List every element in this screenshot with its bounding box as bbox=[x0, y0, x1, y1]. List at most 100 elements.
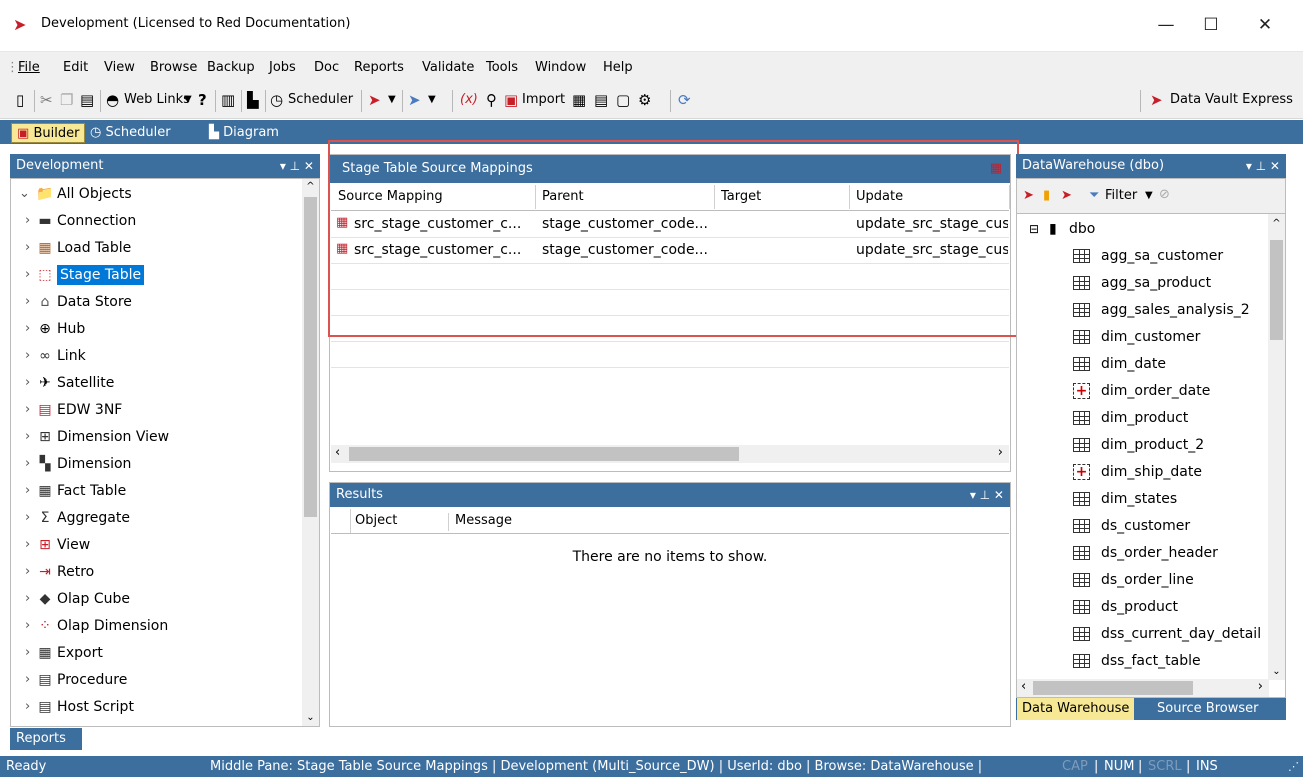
menu-backup[interactable]: Backup bbox=[207, 60, 255, 75]
chevron-right-icon[interactable]: › bbox=[25, 397, 30, 423]
filter-dropdown-icon[interactable]: ▼ bbox=[1145, 190, 1153, 201]
menu-jobs[interactable]: Jobs bbox=[269, 60, 296, 75]
chevron-right-icon[interactable]: › bbox=[25, 262, 30, 288]
connect-icon[interactable]: ➤ bbox=[368, 91, 381, 109]
scroll-thumb[interactable] bbox=[1270, 240, 1283, 340]
tab-scheduler[interactable]: ◷ Scheduler bbox=[85, 123, 176, 143]
clipboard-icon[interactable]: ▥ bbox=[221, 91, 235, 109]
chevron-right-icon[interactable]: › bbox=[25, 667, 30, 693]
data-vault-express-button[interactable]: Data Vault Express bbox=[1170, 92, 1293, 107]
chevron-right-icon[interactable]: › bbox=[25, 532, 30, 558]
tab-data-warehouse[interactable]: Data Warehouse bbox=[1017, 698, 1135, 720]
object-tree: ⌄ 📁 All Objects › ▬ Connection › ▦ Load Table… bbox=[10, 178, 320, 727]
col-message[interactable]: Message bbox=[455, 513, 512, 528]
chevron-down-icon[interactable]: ⌄ bbox=[19, 181, 30, 207]
paste-icon[interactable]: ▤ bbox=[80, 91, 94, 109]
menu-view[interactable]: View bbox=[104, 60, 135, 75]
scroll-left-arrow[interactable]: ‹ bbox=[335, 445, 340, 460]
import-button[interactable]: Import bbox=[522, 92, 565, 107]
chevron-right-icon[interactable]: › bbox=[25, 289, 30, 315]
disconnect-dropdown-icon[interactable]: ▼ bbox=[428, 94, 436, 105]
tab-builder[interactable]: ▣ Builder bbox=[11, 123, 86, 143]
menu-validate[interactable]: Validate bbox=[422, 60, 474, 75]
search-icon[interactable]: ⚲ bbox=[486, 91, 497, 109]
left-scrollbar[interactable]: ^ ⌄ bbox=[302, 179, 319, 726]
chevron-right-icon[interactable]: › bbox=[25, 316, 30, 342]
menu-doc[interactable]: Doc bbox=[314, 60, 339, 75]
gear-icon[interactable]: ⚙ bbox=[638, 91, 651, 109]
maximize-button[interactable]: ☐ bbox=[1198, 12, 1224, 38]
disconnect-icon[interactable]: ➤ bbox=[1061, 188, 1072, 203]
table-icon[interactable]: ▦ bbox=[572, 91, 586, 109]
copy-icon[interactable]: ❐ bbox=[60, 91, 73, 109]
collapse-icon[interactable]: ⊟ bbox=[1029, 216, 1039, 243]
dw-item-label: agg_sales_analysis_2 bbox=[1101, 302, 1250, 318]
scroll-left-arrow[interactable]: ‹ bbox=[1021, 679, 1026, 694]
tab-reports[interactable]: Reports bbox=[10, 728, 82, 750]
chevron-right-icon[interactable]: › bbox=[25, 424, 30, 450]
chevron-right-icon[interactable]: › bbox=[25, 613, 30, 639]
chevron-right-icon[interactable]: › bbox=[25, 451, 30, 477]
col-object[interactable]: Object bbox=[353, 513, 449, 531]
scroll-down-arrow[interactable]: ⌄ bbox=[302, 710, 319, 726]
form-icon[interactable]: ▤ bbox=[594, 91, 608, 109]
help-icon[interactable]: ? bbox=[198, 91, 207, 109]
dw-item-label: ds_product bbox=[1101, 599, 1179, 615]
tree-item-label: Stage Table bbox=[57, 265, 145, 285]
pane-controls[interactable]: ▾ ⊥ ✕ bbox=[970, 483, 1004, 507]
menu-file[interactable]: File bbox=[18, 60, 40, 75]
menu-help[interactable]: Help bbox=[603, 60, 633, 75]
h-scroll-thumb[interactable] bbox=[1033, 681, 1193, 695]
resize-grip-icon[interactable]: ⋰ bbox=[1288, 756, 1299, 777]
chevron-right-icon[interactable]: › bbox=[25, 505, 30, 531]
chevron-right-icon[interactable]: › bbox=[25, 208, 30, 234]
tab-diagram[interactable]: ▙ Diagram bbox=[204, 123, 284, 143]
chart-icon[interactable]: ▙ bbox=[247, 91, 259, 109]
scroll-down-arrow[interactable]: ⌄ bbox=[1268, 664, 1285, 680]
scheduler-button[interactable]: Scheduler bbox=[288, 92, 353, 107]
title-bar: ➤ Development (Licensed to Red Documenta… bbox=[0, 0, 1303, 51]
scroll-right-arrow[interactable]: › bbox=[1258, 679, 1263, 694]
menu-reports[interactable]: Reports bbox=[354, 60, 404, 75]
chevron-right-icon[interactable]: › bbox=[25, 586, 30, 612]
h-scroll-thumb[interactable] bbox=[349, 447, 739, 461]
chevron-right-icon[interactable]: › bbox=[25, 370, 30, 396]
scroll-up-arrow[interactable]: ^ bbox=[302, 179, 319, 195]
menu-browse[interactable]: Browse bbox=[150, 60, 197, 75]
connect-dropdown-icon[interactable]: ▼ bbox=[388, 94, 396, 105]
right-v-scrollbar[interactable]: ^ ⌄ bbox=[1268, 214, 1285, 680]
chevron-right-icon[interactable]: › bbox=[25, 640, 30, 666]
left-pane-title: Development bbox=[16, 158, 104, 173]
minimize-button[interactable]: — bbox=[1153, 12, 1179, 38]
pane-controls[interactable]: ▾ ⊥ ✕ bbox=[1246, 154, 1280, 178]
menu-tools[interactable]: Tools bbox=[486, 60, 518, 75]
filter-button[interactable]: Filter bbox=[1105, 188, 1137, 203]
chevron-right-icon[interactable]: › bbox=[25, 235, 30, 261]
new-icon[interactable]: ▯ bbox=[16, 91, 24, 109]
menu-edit[interactable]: Edit bbox=[63, 60, 88, 75]
chevron-right-icon[interactable]: › bbox=[25, 478, 30, 504]
chevron-right-icon[interactable]: › bbox=[25, 694, 30, 720]
pane-controls[interactable]: ▾ ⊥ ✕ bbox=[280, 154, 314, 178]
close-button[interactable]: ✕ bbox=[1252, 12, 1278, 38]
menu-window[interactable]: Window bbox=[535, 60, 586, 75]
scroll-thumb[interactable] bbox=[304, 197, 317, 517]
cut-icon[interactable]: ✂ bbox=[40, 91, 53, 109]
chevron-right-icon[interactable]: › bbox=[25, 559, 30, 585]
web-links-dropdown-icon[interactable]: ▼ bbox=[184, 94, 192, 105]
function-icon[interactable]: (x) bbox=[460, 91, 478, 109]
disconnect-icon[interactable]: ➤ bbox=[408, 91, 421, 109]
chevron-right-icon[interactable]: › bbox=[25, 343, 30, 369]
web-links-button[interactable]: Web Links bbox=[124, 92, 190, 107]
connect-icon[interactable]: ➤ bbox=[1023, 188, 1034, 203]
clear-filter-icon[interactable]: ⊘ bbox=[1159, 187, 1170, 202]
scroll-right-arrow[interactable]: › bbox=[998, 445, 1003, 460]
toolbar-separator bbox=[34, 90, 35, 112]
scroll-up-arrow[interactable]: ^ bbox=[1268, 214, 1285, 230]
h-scrollbar[interactable]: ‹ › bbox=[331, 445, 1009, 463]
database-icon[interactable]: ▮ bbox=[1043, 188, 1050, 203]
refresh-icon[interactable]: ⟳ bbox=[678, 91, 691, 109]
right-h-scrollbar[interactable]: ‹ › bbox=[1017, 679, 1269, 697]
tab-source-browser[interactable]: Source Browser bbox=[1152, 698, 1263, 720]
window-icon[interactable]: ▢ bbox=[616, 91, 630, 109]
